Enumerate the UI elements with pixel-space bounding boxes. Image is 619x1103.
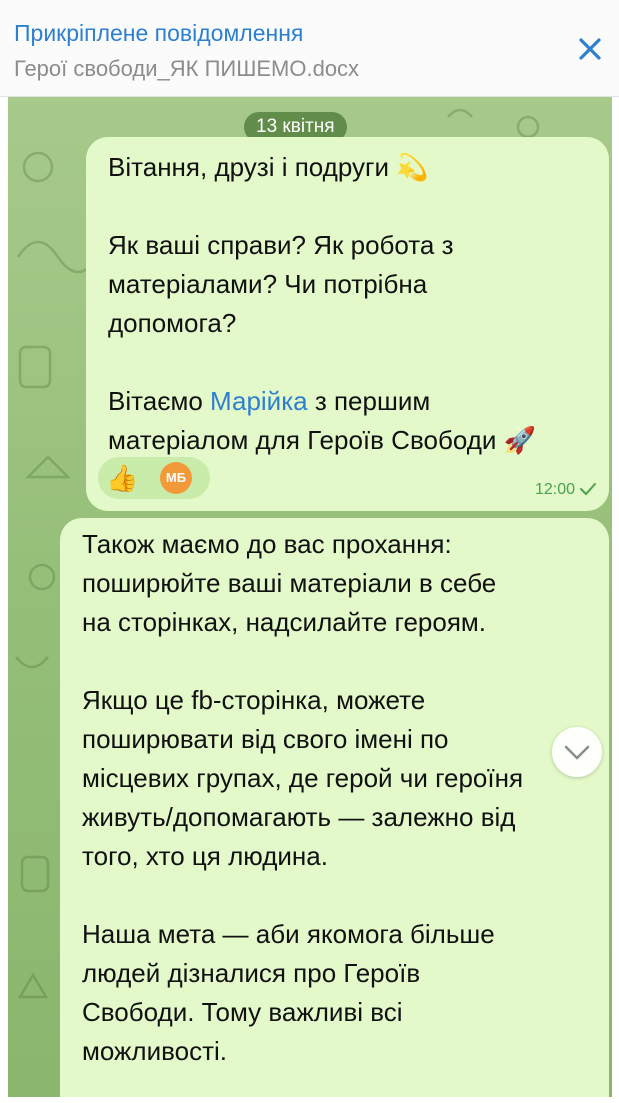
chat-area[interactable]: 13 квітня Вітання, друзі і подруги 💫 Як … (8, 97, 612, 1097)
message-time: 12:00 (534, 481, 575, 498)
message-text: Якщо це fb-сторінка, можете поширювати в… (82, 685, 524, 871)
message-text: матеріалом для Героїв Свободи 🚀 (108, 425, 537, 455)
chevron-down-icon (564, 745, 590, 760)
message-text: Також маємо до вас прохання: поширюйте в… (82, 529, 497, 637)
message-text: Вітаємо Марійка з першим (108, 382, 430, 421)
mention-link[interactable]: Марійка (210, 386, 308, 416)
pinned-message-title: Прикріплене повідомлення (14, 20, 304, 46)
reactions-bar[interactable]: 👍 МБ (98, 457, 210, 499)
message-text: Наша мета — аби якомога більше людей діз… (82, 919, 495, 1066)
scroll-down-button[interactable] (552, 727, 602, 777)
avatar: МБ (160, 462, 192, 494)
message-text-prefix: Вітаємо (108, 386, 211, 416)
thumbs-up-reaction[interactable]: 👍 (106, 462, 138, 494)
message-text: Вітання, друзі і подруги 💫 (108, 152, 429, 182)
message-bubble[interactable]: Також маємо до вас прохання: поширюйте в… (60, 518, 609, 1097)
close-icon[interactable] (577, 36, 603, 62)
message-bubble[interactable]: Вітання, друзі і подруги 💫 Як ваші справ… (86, 137, 609, 511)
pinned-message-filename: Герої свободи_ЯК ПИШЕМО.docx (14, 56, 360, 81)
read-check-icon (580, 483, 596, 496)
message-text: Як ваші справи? Як робота з матеріалами?… (108, 230, 454, 338)
pinned-message-bar[interactable]: Прикріплене повідомлення Герої свободи_Я… (0, 0, 619, 97)
message-text-suffix: з першим (307, 386, 431, 416)
